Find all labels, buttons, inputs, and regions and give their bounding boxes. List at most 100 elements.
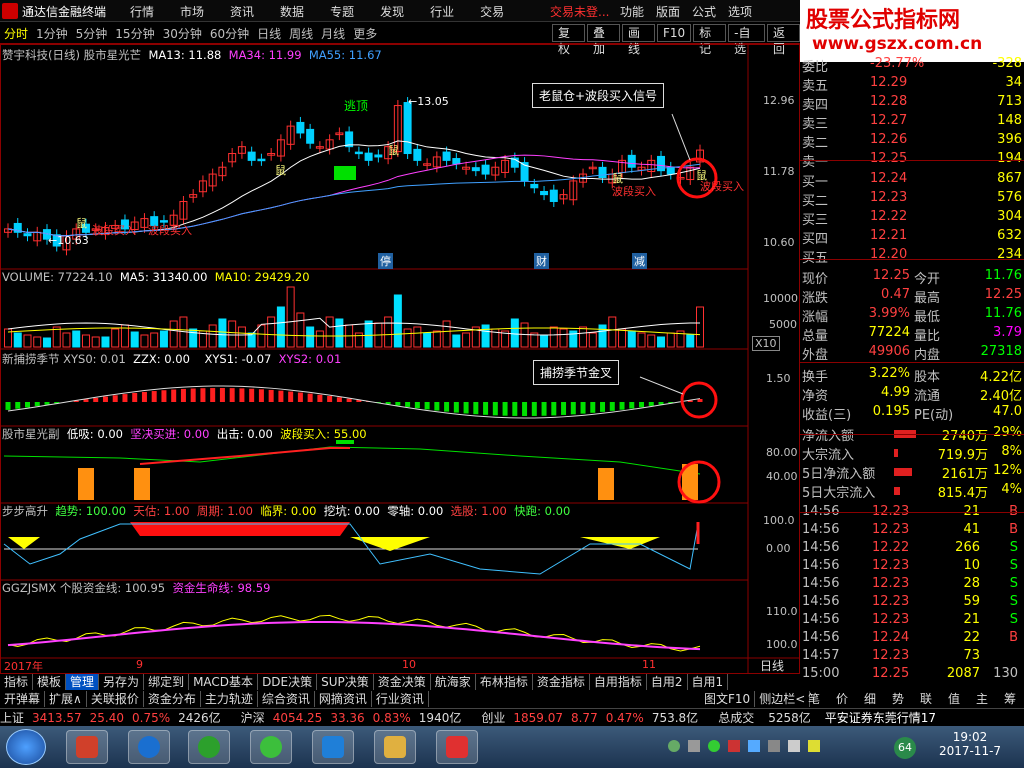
side-tab-0[interactable]: 笔: [808, 690, 820, 708]
menu-right-1[interactable]: 版面: [656, 3, 680, 20]
menu-6[interactable]: 行业: [430, 3, 454, 20]
menu-right-2[interactable]: 公式: [692, 3, 716, 20]
tray-notify-icon[interactable]: [688, 740, 700, 752]
tray-badge[interactable]: 64: [894, 737, 916, 759]
indicator-tab-6[interactable]: DDE决策: [258, 674, 318, 690]
index-1[interactable]: 沪深 4054.25 33.36 0.83% 1940亿: [241, 711, 470, 725]
trade-login-status[interactable]: 交易未登...: [550, 3, 609, 20]
tick-volume: 28: [963, 576, 980, 591]
tray-app-icon[interactable]: [668, 740, 680, 752]
indicator-tab-1[interactable]: 模板: [33, 674, 67, 690]
taskbar-tdx-app-icon[interactable]: [436, 730, 478, 764]
info-tab-1[interactable]: 扩展∧: [45, 691, 87, 707]
tick-side: 130: [993, 666, 1018, 681]
ask-row-1-volume: 713: [997, 94, 1022, 109]
candle-body: [354, 151, 363, 155]
period-tab-6[interactable]: 日线: [257, 25, 281, 42]
tray-qq-icon[interactable]: [748, 740, 760, 752]
period-label[interactable]: 日线: [760, 657, 784, 674]
tick-row-7: 14:56 12.24 22 B: [800, 630, 1024, 649]
taskbar-folder-icon[interactable]: [374, 730, 416, 764]
period-tab-9[interactable]: 更多: [353, 25, 377, 42]
menu-right-0[interactable]: 功能: [620, 3, 644, 20]
toolbar-button-2[interactable]: 画线: [622, 24, 655, 56]
indicator-tab-4[interactable]: 绑定到: [144, 674, 190, 690]
event-marker-reduce[interactable]: 减: [632, 253, 647, 269]
side-tab-7[interactable]: 筹: [1004, 690, 1016, 708]
indicator-tab-3[interactable]: 另存为: [99, 674, 145, 690]
side-tab-2[interactable]: 细: [864, 690, 876, 708]
toolbar-button-6[interactable]: 返回: [766, 24, 800, 56]
taskbar-wechat-icon[interactable]: [250, 730, 292, 764]
clock[interactable]: 19:02 2017-11-7: [930, 730, 1010, 758]
menu-0[interactable]: 行情: [130, 3, 154, 20]
index-0[interactable]: 上证 3413.57 25.40 0.75% 2426亿: [0, 711, 229, 725]
indicator-tab-0[interactable]: 指标: [0, 674, 34, 690]
side-tab-5[interactable]: 值: [948, 690, 960, 708]
indicator-tab-14[interactable]: 自用1: [688, 674, 729, 690]
period-tab-1[interactable]: 1分钟: [36, 25, 68, 42]
tray-volume-icon[interactable]: [768, 740, 780, 752]
toolbar-button-3[interactable]: F10: [657, 24, 692, 42]
period-tab-3[interactable]: 15分钟: [115, 25, 154, 42]
tray-network-icon[interactable]: [788, 740, 800, 752]
taskbar-chart-app-icon[interactable]: [66, 730, 108, 764]
info-tab-7[interactable]: 行业资讯: [372, 691, 429, 707]
info-tab-3[interactable]: 资金分布: [144, 691, 201, 707]
tray-antivirus-icon[interactable]: [728, 740, 740, 752]
event-marker-suspend[interactable]: 停: [378, 253, 393, 269]
side-tab-6[interactable]: 主: [976, 690, 988, 708]
menu-right-3[interactable]: 选项: [728, 3, 752, 20]
menu-5[interactable]: 发现: [380, 3, 404, 20]
period-tab-4[interactable]: 30分钟: [163, 25, 202, 42]
indicator-tab-9[interactable]: 航海家: [431, 674, 476, 690]
right-tab-0[interactable]: 图文F10: [700, 691, 756, 707]
taskbar-trade-app-icon[interactable]: [312, 730, 354, 764]
period-tab-0[interactable]: 分时: [4, 25, 28, 42]
period-tab-7[interactable]: 周线: [289, 25, 313, 42]
info-tab-4[interactable]: 主力轨迹: [201, 691, 258, 707]
indicator-tab-13[interactable]: 自用2: [647, 674, 688, 690]
indicator-tab-7[interactable]: SUP决策: [317, 674, 374, 690]
season-xys0: 新捕捞季节 XYS0: 0.01: [2, 352, 126, 366]
period-tab-5[interactable]: 60分钟: [210, 25, 249, 42]
app-logo-icon: [2, 3, 18, 19]
side-tab-4[interactable]: 联: [920, 690, 932, 708]
side-tab-3[interactable]: 势: [892, 690, 904, 708]
indicator-tab-5[interactable]: MACD基本: [189, 674, 259, 690]
menu-1[interactable]: 市场: [180, 3, 204, 20]
step-cycle: 周期: 1.00: [196, 504, 253, 518]
taskbar-refresh-app-icon[interactable]: [188, 730, 230, 764]
toolbar-button-0[interactable]: 复权: [552, 24, 585, 56]
indicator-tab-11[interactable]: 资金指标: [533, 674, 590, 690]
menu-3[interactable]: 数据: [280, 3, 304, 20]
stat-value-right: 11.76: [984, 306, 1022, 321]
side-tab-1[interactable]: 价: [836, 690, 848, 708]
toolbar-button-5[interactable]: -自选: [728, 24, 765, 56]
menu-4[interactable]: 专题: [330, 3, 354, 20]
taskbar-k-app-icon[interactable]: [128, 730, 170, 764]
index-2[interactable]: 创业 1859.07 8.77 0.47% 753.8亿: [481, 711, 706, 725]
indicator-tab-2[interactable]: 管理: [66, 674, 100, 690]
tray-wechat-icon[interactable]: [708, 740, 720, 752]
candle-body: [257, 158, 266, 162]
event-marker-finance[interactable]: 财: [534, 253, 549, 269]
tray-power-icon[interactable]: [808, 740, 820, 752]
info-tab-2[interactable]: 关联报价: [87, 691, 144, 707]
indicator-tab-12[interactable]: 自用指标: [590, 674, 647, 690]
toolbar-button-4[interactable]: 标记: [693, 24, 727, 56]
indicator-tab-10[interactable]: 布林指标: [476, 674, 533, 690]
step-yellow-1: [8, 537, 40, 549]
menu-7[interactable]: 交易: [480, 3, 504, 20]
info-tab-5[interactable]: 综合资讯: [258, 691, 315, 707]
tick-row-5: 14:56 12.23 59 S: [800, 594, 1024, 613]
period-tab-2[interactable]: 5分钟: [76, 25, 108, 42]
info-tab-6[interactable]: 网摘资讯: [315, 691, 372, 707]
ma34-value: MA34: 11.99: [228, 48, 302, 62]
period-tab-8[interactable]: 月线: [321, 25, 345, 42]
info-tab-0[interactable]: 开弹幕: [0, 691, 46, 707]
menu-2[interactable]: 资讯: [230, 3, 254, 20]
indicator-tab-8[interactable]: 资金决策: [374, 674, 431, 690]
start-button-icon[interactable]: [6, 729, 46, 765]
toolbar-button-1[interactable]: 叠加: [587, 24, 620, 56]
